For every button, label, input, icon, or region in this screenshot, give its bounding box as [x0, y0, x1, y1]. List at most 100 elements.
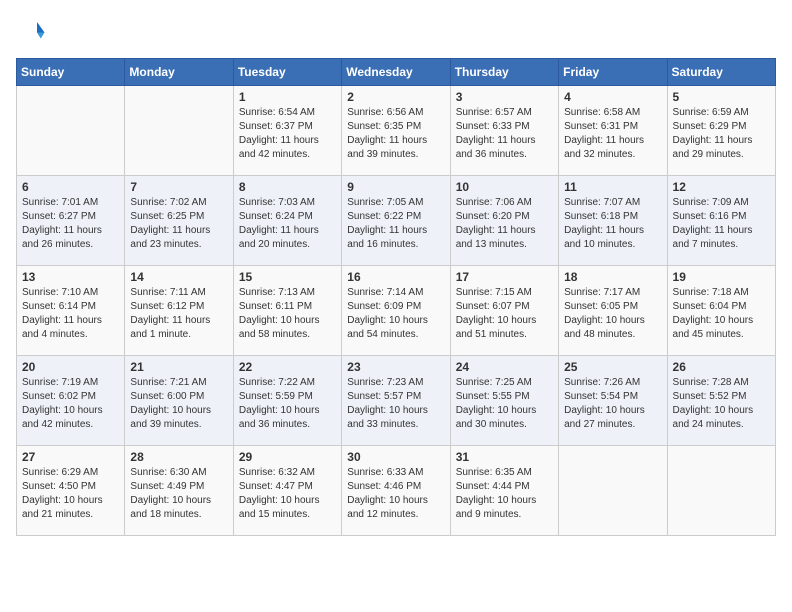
calendar-cell: 25Sunrise: 7:26 AM Sunset: 5:54 PM Dayli…: [559, 356, 667, 446]
day-number: 19: [673, 270, 770, 284]
column-header-thursday: Thursday: [450, 59, 558, 86]
week-row-5: 27 Sunrise: 6:29 AM Sunset: 4:50 PM Dayli…: [17, 446, 776, 536]
day-info: Sunrise: 7:22 AM Sunset: 5:59 PM Dayligh…: [239, 376, 336, 432]
calendar-cell: 27 Sunrise: 6:29 AM Sunset: 4:50 PM Dayli…: [17, 446, 125, 536]
day-number: 29: [239, 450, 336, 464]
day-number: 28: [130, 450, 227, 464]
calendar-cell: 12Sunrise: 7:09 AM Sunset: 6:16 PM Dayli…: [667, 176, 775, 266]
column-header-friday: Friday: [559, 59, 667, 86]
calendar-cell: 10Sunrise: 7:06 AM Sunset: 6:20 PM Dayli…: [450, 176, 558, 266]
day-info: Sunrise: 7:05 AM Sunset: 6:22 PM Dayligh…: [347, 196, 444, 252]
day-number: 14: [130, 270, 227, 284]
calendar-cell: 29 Sunrise: 6:32 AM Sunset: 4:47 PM Dayli…: [233, 446, 341, 536]
calendar-cell: 11 Sunrise: 7:07 AM Sunset: 6:18 PM Dayli…: [559, 176, 667, 266]
logo-icon: [16, 16, 46, 46]
day-info: Sunrise: 7:10 AM Sunset: 6:14 PM Dayligh…: [22, 286, 119, 342]
day-number: 25: [564, 360, 661, 374]
calendar-cell: 7Sunrise: 7:02 AM Sunset: 6:25 PM Daylig…: [125, 176, 233, 266]
day-number: 8: [239, 180, 336, 194]
calendar-cell: 9 Sunrise: 7:05 AM Sunset: 6:22 PM Daylig…: [342, 176, 450, 266]
day-info: Sunrise: 6:56 AM Sunset: 6:35 PM Dayligh…: [347, 106, 444, 162]
day-info: Sunrise: 6:54 AM Sunset: 6:37 PM Dayligh…: [239, 106, 336, 162]
calendar-cell: [17, 86, 125, 176]
day-info: Sunrise: 7:15 AM Sunset: 6:07 PM Dayligh…: [456, 286, 553, 342]
day-number: 7: [130, 180, 227, 194]
day-info: Sunrise: 7:19 AM Sunset: 6:02 PM Dayligh…: [22, 376, 119, 432]
calendar-cell: 13 Sunrise: 7:10 AM Sunset: 6:14 PM Dayli…: [17, 266, 125, 356]
calendar-cell: 3 Sunrise: 6:57 AM Sunset: 6:33 PM Daylig…: [450, 86, 558, 176]
day-number: 15: [239, 270, 336, 284]
day-number: 30: [347, 450, 444, 464]
day-info: Sunrise: 6:32 AM Sunset: 4:47 PM Dayligh…: [239, 466, 336, 522]
day-number: 22: [239, 360, 336, 374]
calendar-cell: 15 Sunrise: 7:13 AM Sunset: 6:11 PM Dayli…: [233, 266, 341, 356]
day-info: Sunrise: 7:17 AM Sunset: 6:05 PM Dayligh…: [564, 286, 661, 342]
calendar-table: SundayMondayTuesdayWednesdayThursdayFrid…: [16, 58, 776, 536]
day-info: Sunrise: 7:14 AM Sunset: 6:09 PM Dayligh…: [347, 286, 444, 342]
day-info: Sunrise: 7:03 AM Sunset: 6:24 PM Dayligh…: [239, 196, 336, 252]
day-info: Sunrise: 6:35 AM Sunset: 4:44 PM Dayligh…: [456, 466, 553, 522]
calendar-cell: 18 Sunrise: 7:17 AM Sunset: 6:05 PM Dayli…: [559, 266, 667, 356]
calendar-cell: 20Sunrise: 7:19 AM Sunset: 6:02 PM Dayli…: [17, 356, 125, 446]
calendar-cell: 28 Sunrise: 6:30 AM Sunset: 4:49 PM Dayli…: [125, 446, 233, 536]
calendar-cell: 26Sunrise: 7:28 AM Sunset: 5:52 PM Dayli…: [667, 356, 775, 446]
day-info: Sunrise: 6:30 AM Sunset: 4:49 PM Dayligh…: [130, 466, 227, 522]
calendar-cell: [559, 446, 667, 536]
week-row-2: 6 Sunrise: 7:01 AM Sunset: 6:27 PM Daylig…: [17, 176, 776, 266]
day-info: Sunrise: 7:25 AM Sunset: 5:55 PM Dayligh…: [456, 376, 553, 432]
calendar-cell: 5Sunrise: 6:59 AM Sunset: 6:29 PM Daylig…: [667, 86, 775, 176]
day-number: 21: [130, 360, 227, 374]
day-number: 9: [347, 180, 444, 194]
day-info: Sunrise: 7:13 AM Sunset: 6:11 PM Dayligh…: [239, 286, 336, 342]
day-number: 11: [564, 180, 661, 194]
day-number: 1: [239, 90, 336, 104]
calendar-cell: 21 Sunrise: 7:21 AM Sunset: 6:00 PM Dayli…: [125, 356, 233, 446]
calendar-cell: 2Sunrise: 6:56 AM Sunset: 6:35 PM Daylig…: [342, 86, 450, 176]
day-info: Sunrise: 7:01 AM Sunset: 6:27 PM Dayligh…: [22, 196, 119, 252]
week-row-3: 13 Sunrise: 7:10 AM Sunset: 6:14 PM Dayli…: [17, 266, 776, 356]
day-number: 12: [673, 180, 770, 194]
calendar-cell: 1 Sunrise: 6:54 AM Sunset: 6:37 PM Daylig…: [233, 86, 341, 176]
calendar-cell: 19 Sunrise: 7:18 AM Sunset: 6:04 PM Dayli…: [667, 266, 775, 356]
day-info: Sunrise: 7:23 AM Sunset: 5:57 PM Dayligh…: [347, 376, 444, 432]
day-number: 27: [22, 450, 119, 464]
day-number: 10: [456, 180, 553, 194]
day-number: 24: [456, 360, 553, 374]
header-row: SundayMondayTuesdayWednesdayThursdayFrid…: [17, 59, 776, 86]
calendar-cell: [125, 86, 233, 176]
day-info: Sunrise: 6:58 AM Sunset: 6:31 PM Dayligh…: [564, 106, 661, 162]
day-number: 17: [456, 270, 553, 284]
page-header: [16, 16, 776, 46]
day-number: 13: [22, 270, 119, 284]
calendar-cell: 17 Sunrise: 7:15 AM Sunset: 6:07 PM Dayli…: [450, 266, 558, 356]
calendar-body: 1 Sunrise: 6:54 AM Sunset: 6:37 PM Daylig…: [17, 86, 776, 536]
calendar-cell: [667, 446, 775, 536]
day-info: Sunrise: 7:28 AM Sunset: 5:52 PM Dayligh…: [673, 376, 770, 432]
week-row-1: 1 Sunrise: 6:54 AM Sunset: 6:37 PM Daylig…: [17, 86, 776, 176]
column-header-sunday: Sunday: [17, 59, 125, 86]
calendar-cell: 14 Sunrise: 7:11 AM Sunset: 6:12 PM Dayli…: [125, 266, 233, 356]
day-number: 31: [456, 450, 553, 464]
column-header-monday: Monday: [125, 59, 233, 86]
column-header-saturday: Saturday: [667, 59, 775, 86]
day-number: 5: [673, 90, 770, 104]
day-info: Sunrise: 6:29 AM Sunset: 4:50 PM Dayligh…: [22, 466, 119, 522]
day-info: Sunrise: 6:57 AM Sunset: 6:33 PM Dayligh…: [456, 106, 553, 162]
calendar-cell: 22 Sunrise: 7:22 AM Sunset: 5:59 PM Dayli…: [233, 356, 341, 446]
calendar-header: SundayMondayTuesdayWednesdayThursdayFrid…: [17, 59, 776, 86]
day-number: 16: [347, 270, 444, 284]
day-info: Sunrise: 7:07 AM Sunset: 6:18 PM Dayligh…: [564, 196, 661, 252]
day-number: 18: [564, 270, 661, 284]
day-info: Sunrise: 6:33 AM Sunset: 4:46 PM Dayligh…: [347, 466, 444, 522]
day-number: 3: [456, 90, 553, 104]
day-info: Sunrise: 7:21 AM Sunset: 6:00 PM Dayligh…: [130, 376, 227, 432]
calendar-cell: 8 Sunrise: 7:03 AM Sunset: 6:24 PM Daylig…: [233, 176, 341, 266]
column-header-tuesday: Tuesday: [233, 59, 341, 86]
calendar-cell: 6 Sunrise: 7:01 AM Sunset: 6:27 PM Daylig…: [17, 176, 125, 266]
day-info: Sunrise: 7:18 AM Sunset: 6:04 PM Dayligh…: [673, 286, 770, 342]
day-number: 6: [22, 180, 119, 194]
calendar-cell: 24 Sunrise: 7:25 AM Sunset: 5:55 PM Dayli…: [450, 356, 558, 446]
calendar-cell: 31 Sunrise: 6:35 AM Sunset: 4:44 PM Dayli…: [450, 446, 558, 536]
day-number: 4: [564, 90, 661, 104]
day-info: Sunrise: 7:11 AM Sunset: 6:12 PM Dayligh…: [130, 286, 227, 342]
